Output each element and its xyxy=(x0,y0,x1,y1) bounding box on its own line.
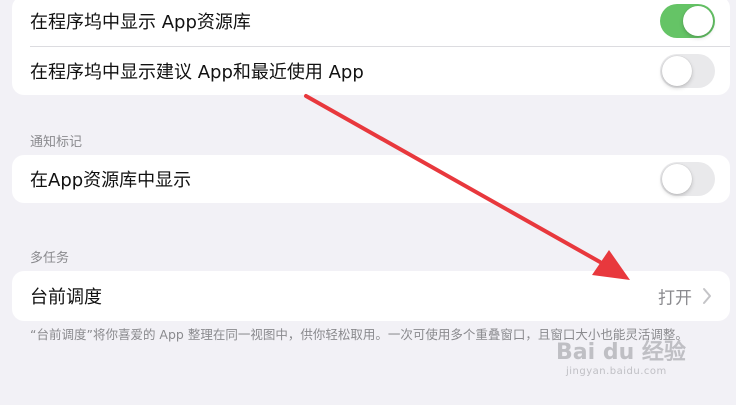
stage-manager-value: 打开 xyxy=(658,288,692,309)
settings-page: 在程序坞中显示 App资源库 在程序坞中显示建议 App和最近使用 App 通知… xyxy=(0,0,736,405)
stage-manager-row[interactable]: 台前调度 打开 xyxy=(12,271,730,321)
toggle-knob xyxy=(662,164,692,194)
dock-settings-card: 在程序坞中显示 App资源库 在程序坞中显示建议 App和最近使用 App xyxy=(12,0,730,95)
multitasking-card: 台前调度 打开 xyxy=(12,271,730,321)
show-suggested-apps-in-dock-label: 在程序坞中显示建议 App和最近使用 App xyxy=(30,62,364,83)
show-app-library-in-dock-label: 在程序坞中显示 App资源库 xyxy=(30,12,251,33)
show-suggested-apps-in-dock-row[interactable]: 在程序坞中显示建议 App和最近使用 App xyxy=(12,47,730,95)
notification-badges-header: 通知标记 xyxy=(30,135,83,150)
show-in-app-library-toggle[interactable] xyxy=(660,162,715,196)
toggle-knob xyxy=(662,56,692,86)
show-in-app-library-row[interactable]: 在App资源库中显示 xyxy=(12,155,730,203)
notification-badges-card: 在App资源库中显示 xyxy=(12,155,730,203)
baidu-watermark: Bai du 经验 jingyan.baidu.com xyxy=(556,334,706,394)
toggle-knob xyxy=(683,6,713,36)
stage-manager-label: 台前调度 xyxy=(30,287,102,308)
show-in-app-library-label: 在App资源库中显示 xyxy=(30,170,192,191)
show-suggested-apps-in-dock-toggle[interactable] xyxy=(660,54,715,88)
chevron-right-icon xyxy=(703,288,711,304)
multitasking-header: 多任务 xyxy=(30,251,70,266)
show-app-library-in-dock-row[interactable]: 在程序坞中显示 App资源库 xyxy=(12,0,730,46)
show-app-library-in-dock-toggle[interactable] xyxy=(660,4,715,38)
watermark-logo: Bai du 经验 xyxy=(556,340,686,365)
watermark-url: jingyan.baidu.com xyxy=(566,366,667,377)
